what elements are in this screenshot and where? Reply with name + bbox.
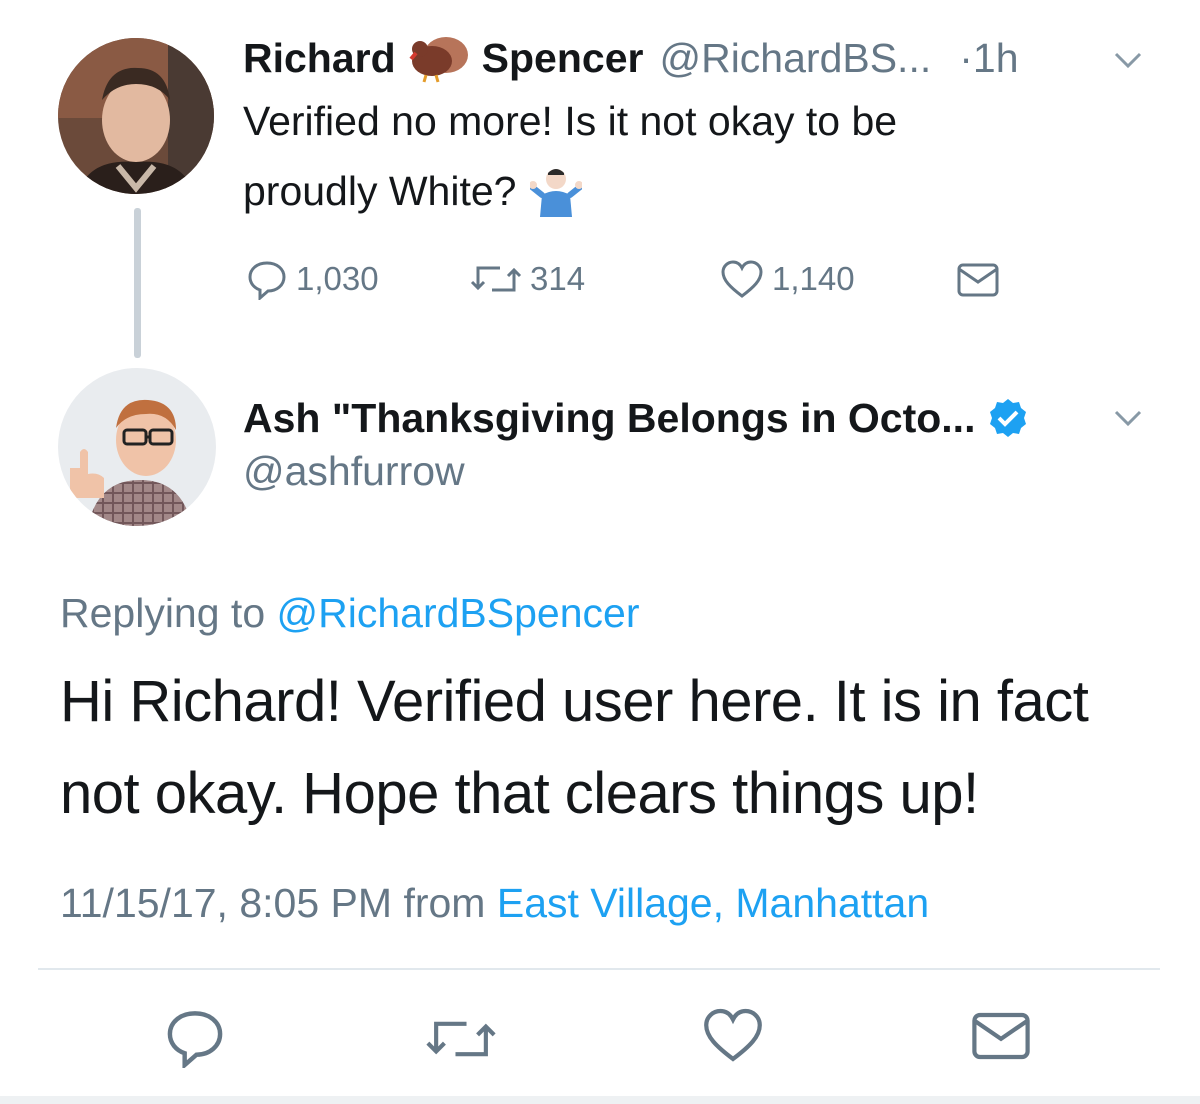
heart-icon: [721, 260, 763, 298]
tweet-meta: 11/15/17, 8:05 PM from East Village, Man…: [60, 880, 929, 927]
tweet-time[interactable]: ·1h: [959, 35, 1018, 82]
ash-avatar[interactable]: [58, 368, 216, 526]
reply-count: 1,030: [296, 260, 379, 297]
reply-author-name[interactable]: Ash "Thanksgiving Belongs in Octo...: [243, 395, 975, 442]
replying-to-prefix: Replying to: [60, 590, 266, 636]
reply-tweet-text: Hi Richard! Verified user here. It is in…: [60, 656, 1170, 840]
bottom-edge: [0, 1096, 1200, 1104]
author-name-last[interactable]: Spencer: [482, 35, 644, 82]
retweet-icon: [470, 266, 522, 292]
like-count: 1,140: [772, 260, 855, 297]
message-icon: [972, 1012, 1030, 1060]
chevron-down-icon[interactable]: [1112, 48, 1144, 72]
reply-button[interactable]: [164, 1006, 226, 1070]
share-message-button[interactable]: [970, 1008, 1032, 1064]
person-shrugging-icon: [529, 165, 584, 217]
tweet-text-line: proudly White?: [243, 168, 517, 214]
message-icon[interactable]: [956, 260, 1000, 300]
retweet-button[interactable]: [424, 1010, 498, 1068]
original-tweet-header: Richard Spencer @RichardBS... ·1h: [243, 32, 1019, 84]
reply-icon: [248, 261, 286, 300]
like-button[interactable]: [702, 1006, 764, 1064]
thread-connector-line: [134, 208, 141, 358]
tweet-text-line: Hi Richard! Verified user here. It is in…: [60, 669, 1089, 734]
replying-to-line: Replying to @RichardBSpencer: [60, 590, 640, 637]
reply-icon: [167, 1011, 223, 1070]
reply-action[interactable]: 1,030: [246, 256, 379, 302]
retweet-icon: [426, 1021, 496, 1057]
location-link[interactable]: East Village, Manhattan: [497, 880, 929, 926]
author-name-first[interactable]: Richard: [243, 35, 396, 82]
like-action[interactable]: 1,140: [720, 256, 855, 302]
verified-badge-icon: [987, 397, 1029, 439]
retweet-count: 314: [530, 260, 586, 297]
divider: [38, 968, 1160, 970]
tweet-text-line: Verified no more! Is it not okay to be: [243, 98, 898, 144]
richard-avatar[interactable]: [58, 38, 214, 194]
tweet-text-line: not okay. Hope that clears things up!: [60, 761, 979, 826]
tweet-timestamp: 11/15/17, 8:05 PM: [60, 880, 393, 926]
original-tweet-text: Verified no more! Is it not okay to be p…: [243, 86, 1143, 226]
chevron-down-icon[interactable]: [1112, 406, 1144, 430]
author-handle[interactable]: @RichardBS...: [659, 35, 931, 82]
reply-author-handle[interactable]: @ashfurrow: [243, 448, 465, 495]
heart-icon: [704, 1008, 762, 1062]
turkey-icon: [406, 33, 472, 83]
replying-to-link[interactable]: @RichardBSpencer: [277, 590, 640, 636]
from-prefix: from: [403, 880, 486, 926]
reply-tweet-header: Ash "Thanksgiving Belongs in Octo...: [243, 392, 1029, 444]
retweet-action[interactable]: 314: [470, 256, 585, 302]
